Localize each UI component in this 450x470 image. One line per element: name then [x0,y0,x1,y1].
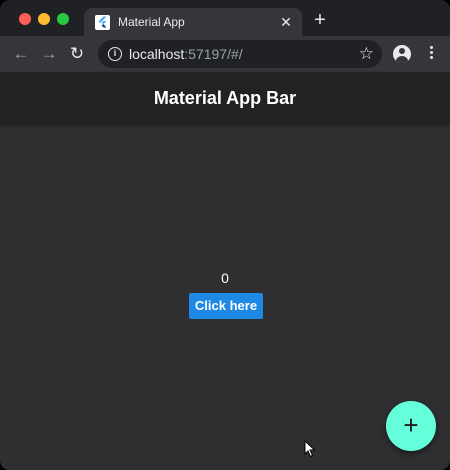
tab-title: Material App [118,15,185,29]
forward-arrow-icon[interactable]: → [39,44,59,64]
counter-text: 0 [221,270,229,286]
flutter-app: Material App Bar 0 Click here + [0,72,450,470]
close-window-button[interactable] [19,13,31,25]
mouse-cursor-icon [304,440,316,458]
minimize-window-button[interactable] [38,13,50,25]
tab-material-app[interactable]: Material App ✕ [84,8,302,36]
address-path: :57197/#/ [184,46,243,62]
address-bar[interactable]: i localhost:57197/#/ ☆ [98,40,382,68]
kebab-menu-icon[interactable] [423,46,439,62]
app-bar-title: Material App Bar [153,88,297,108]
profile-avatar-icon[interactable] [393,45,411,63]
back-arrow-icon[interactable]: ← [11,44,31,64]
reload-icon[interactable]: ↻ [67,44,87,64]
browser-toolbar: ← → ↻ i localhost:57197/#/ ☆ [0,36,450,72]
address-url[interactable]: localhost:57197/#/ [129,46,243,62]
flutter-logo-icon [95,15,110,30]
info-icon[interactable]: i [108,47,122,61]
bookmark-star-icon[interactable]: ☆ [359,44,374,64]
tab-strip: Material App ✕ + [0,0,450,36]
click-here-button[interactable]: Click here [189,293,263,319]
browser-window: Material App ✕ + ← → ↻ i localhost:57197… [0,0,450,470]
address-host: localhost [129,46,185,62]
close-tab-icon[interactable]: ✕ [278,14,294,30]
maximize-window-button[interactable] [57,13,69,25]
new-tab-icon[interactable]: + [312,10,328,30]
app-bar: Material App Bar [0,72,450,124]
floating-action-button[interactable]: + [386,401,436,451]
add-icon: + [403,410,419,440]
